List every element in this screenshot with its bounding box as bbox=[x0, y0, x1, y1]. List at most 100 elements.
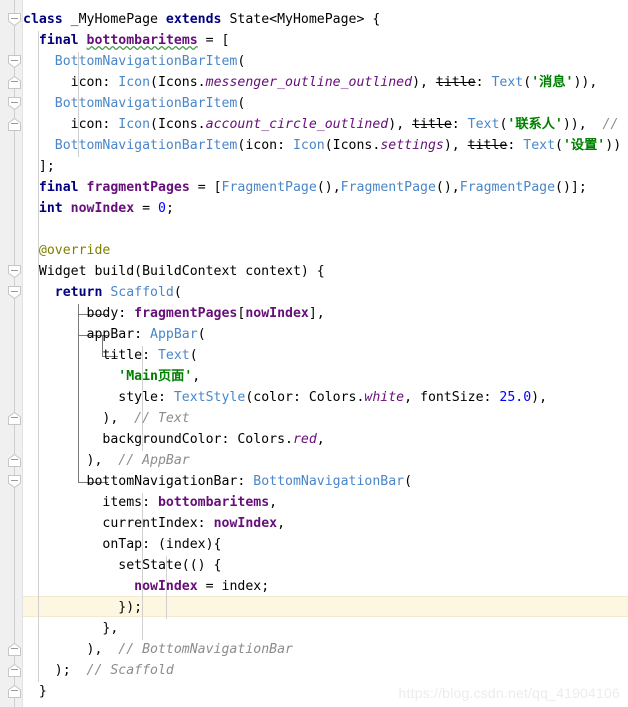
code-line-text: BottomNavigationBarItem( bbox=[23, 94, 246, 114]
token-str: '消息' bbox=[531, 75, 574, 90]
code-line[interactable]: class _MyHomePage extends State<MyHomePa… bbox=[23, 10, 628, 30]
token-plain: backgroundColor: Colors. bbox=[23, 432, 293, 447]
fold-scaffold-fold-icon[interactable] bbox=[7, 285, 22, 300]
code-line[interactable]: nowIndex = index; bbox=[23, 577, 628, 597]
code-line[interactable]: }); bbox=[23, 598, 628, 618]
code-line-text: }, bbox=[23, 619, 118, 639]
token-kw: final bbox=[38, 33, 79, 48]
token-plain: (icon: bbox=[237, 138, 293, 153]
fold-minus-glyph bbox=[11, 18, 18, 19]
code-line[interactable]: icon: Icon(Icons.account_circle_outlined… bbox=[23, 115, 628, 135]
code-line[interactable]: int nowIndex = 0; bbox=[23, 199, 628, 219]
code-line[interactable]: ), // AppBar bbox=[23, 451, 628, 471]
code-line[interactable]: }, bbox=[23, 619, 628, 639]
token-plain: (Icons. bbox=[150, 117, 206, 132]
fold-item-1-fold-icon[interactable] bbox=[7, 54, 22, 69]
code-line[interactable]: @override bbox=[23, 241, 628, 261]
code-line[interactable]: BottomNavigationBarItem(icon: Icon(Icons… bbox=[23, 136, 628, 156]
fold-class-fold-icon[interactable] bbox=[7, 12, 22, 27]
code-line[interactable]: bottomNavigationBar: BottomNavigationBar… bbox=[23, 472, 628, 492]
token-fld: fragmentPages bbox=[134, 306, 238, 321]
code-line-text: @override bbox=[23, 241, 110, 261]
token-plain: (), bbox=[316, 180, 341, 195]
token-cmt: // bbox=[602, 117, 619, 132]
code-line[interactable]: ]; bbox=[23, 157, 628, 177]
fold-item-1-end-fold-icon[interactable] bbox=[7, 75, 22, 90]
code-line-text: title: Text( bbox=[23, 346, 197, 366]
fold-appbar-fold-icon[interactable] bbox=[7, 453, 22, 468]
code-line[interactable]: onTap: (index){ bbox=[23, 535, 628, 555]
code-line[interactable]: title: Text( bbox=[23, 346, 628, 366]
code-line-text: nowIndex = index; bbox=[23, 577, 269, 597]
token-typ: FragmentPage bbox=[221, 180, 317, 195]
code-line[interactable]: items: bottombaritems, bbox=[23, 493, 628, 513]
token-typo: bottombaritems bbox=[86, 33, 198, 48]
fold-build-fold-icon[interactable] bbox=[7, 264, 22, 279]
token-plain: : bbox=[475, 75, 492, 90]
fold-bottomnav-end-fold-icon[interactable] bbox=[7, 642, 22, 657]
token-typ: Text bbox=[467, 117, 500, 132]
fold-bottomnav-fold-icon[interactable] bbox=[7, 474, 22, 489]
token-typ: BottomNavigationBarItem bbox=[54, 138, 238, 153]
code-line[interactable]: ), // Text bbox=[23, 409, 628, 429]
token-plain: ( bbox=[404, 474, 413, 489]
code-line[interactable]: final fragmentPages = [FragmentPage(),Fr… bbox=[23, 178, 628, 198]
token-plain: ), bbox=[23, 453, 119, 468]
code-line[interactable]: body: fragmentPages[nowIndex], bbox=[23, 304, 628, 324]
token-plain: ( bbox=[523, 75, 532, 90]
code-line-text: }); bbox=[23, 598, 142, 618]
token-typ: FragmentPage bbox=[459, 180, 556, 195]
token-fld: nowIndex bbox=[245, 306, 309, 321]
code-line[interactable]: style: TextStyle(color: Colors.white, fo… bbox=[23, 388, 628, 408]
code-line[interactable]: BottomNavigationBarItem( bbox=[23, 94, 628, 114]
token-plain: , bbox=[269, 495, 278, 510]
token-plain: ()]; bbox=[555, 180, 587, 195]
code-line[interactable]: 'Main页面', bbox=[23, 367, 628, 387]
code-line-text: currentIndex: nowIndex, bbox=[23, 514, 285, 534]
code-line-text: class _MyHomePage extends State<MyHomePa… bbox=[23, 10, 380, 30]
fold-item-2-end-fold-icon[interactable] bbox=[7, 117, 22, 132]
code-line[interactable]: BottomNavigationBarItem( bbox=[23, 52, 628, 72]
token-stat: messenger_outline_outlined bbox=[205, 75, 413, 90]
code-line[interactable]: setState(() { bbox=[23, 556, 628, 576]
token-plain: ; bbox=[165, 201, 174, 216]
token-dep: title bbox=[435, 75, 476, 90]
token-cmt: // AppBar bbox=[118, 453, 190, 468]
token-typ: Text bbox=[491, 75, 524, 90]
code-line[interactable]: backgroundColor: Colors.red, bbox=[23, 430, 628, 450]
token-fld: nowIndex bbox=[213, 516, 278, 531]
code-editor[interactable]: class _MyHomePage extends State<MyHomePa… bbox=[0, 0, 628, 707]
code-line[interactable]: Widget build(BuildContext context) { bbox=[23, 262, 628, 282]
code-line[interactable]: currentIndex: nowIndex, bbox=[23, 514, 628, 534]
token-plain: ), bbox=[412, 75, 436, 90]
token-plain: ), bbox=[23, 642, 119, 657]
token-kw: class bbox=[23, 12, 63, 27]
token-typ: AppBar bbox=[150, 327, 198, 342]
fold-scaffold-end-fold-icon[interactable] bbox=[7, 663, 22, 678]
code-surface[interactable]: class _MyHomePage extends State<MyHomePa… bbox=[23, 0, 628, 707]
token-typ: Text bbox=[157, 348, 190, 363]
code-line-text: setState(() { bbox=[23, 556, 221, 576]
code-line-text: onTap: (index){ bbox=[23, 535, 221, 555]
fold-text-fold-icon[interactable] bbox=[7, 411, 22, 426]
code-line[interactable]: appBar: AppBar( bbox=[23, 325, 628, 345]
token-str: '联系人' bbox=[507, 117, 563, 132]
token-fld: nowIndex bbox=[70, 201, 135, 216]
fold-item-2-fold-icon[interactable] bbox=[7, 96, 22, 111]
editor-gutter[interactable] bbox=[0, 0, 23, 707]
token-str: '设置' bbox=[562, 138, 606, 153]
token-stat: white bbox=[364, 390, 405, 405]
code-line[interactable] bbox=[23, 220, 628, 240]
code-line[interactable]: return Scaffold( bbox=[23, 283, 628, 303]
code-line-text: ); // Scaffold bbox=[23, 661, 174, 681]
code-line[interactable]: icon: Icon(Icons.messenger_outline_outli… bbox=[23, 73, 628, 93]
fold-class-end-fold-icon[interactable] bbox=[7, 684, 22, 699]
code-line[interactable]: ); // Scaffold bbox=[23, 661, 628, 681]
code-line[interactable]: ), // BottomNavigationBar bbox=[23, 640, 628, 660]
code-line[interactable]: final bottombaritems = [ bbox=[23, 31, 628, 51]
token-plain: ), bbox=[443, 138, 468, 153]
